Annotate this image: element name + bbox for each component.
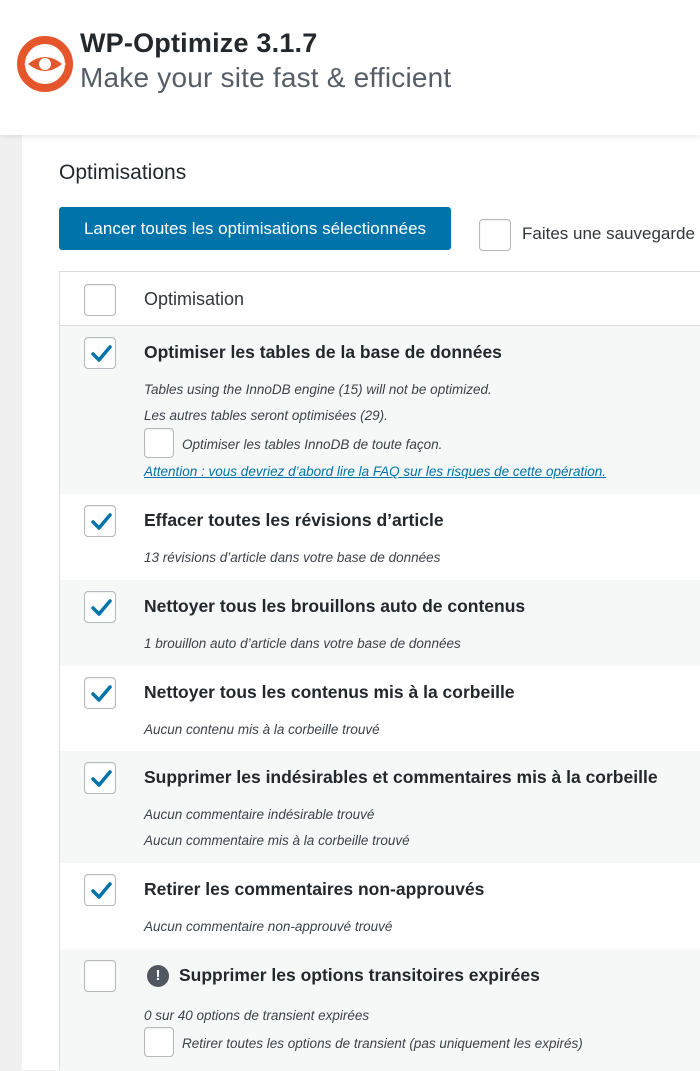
all-transients-label: Retirer toutes les options de transient … [182,1036,583,1051]
all-transients-checkbox[interactable] [144,1027,174,1057]
table-row: Effacer toutes les révisions d’article 1… [60,494,700,580]
table-row: Supprimer les indésirables et commentair… [60,751,700,863]
section-title: Optimisations [59,161,187,184]
row-description: 0 sur 40 options de transient expirées [144,1008,370,1023]
row-description: 1 brouillon auto d’article dans votre ba… [144,636,461,651]
row-checkbox[interactable] [84,505,116,537]
plugin-subtitle: Make your site fast & efficient [80,62,452,93]
run-all-optimisations-button[interactable]: Lancer toutes les optimisations sélectio… [59,207,451,250]
row-title: Supprimer les options transitoires expir… [179,965,540,985]
row-description: 13 révisions d’article dans votre base d… [144,550,441,565]
checkmark-icon [91,770,112,787]
exclamation-circle-icon: ! [147,965,169,987]
innodb-optimize-checkbox[interactable] [144,428,174,458]
optimisations-panel: Optimisations Lancer toutes les optimisa… [22,135,700,1071]
checkmark-icon [91,345,112,362]
row-checkbox[interactable] [84,762,116,794]
row-title: Optimiser les tables de la base de donné… [144,342,502,362]
row-title: Effacer toutes les révisions d’article [144,510,444,530]
backup-checkbox[interactable] [479,219,511,251]
wp-optimize-logo-icon [17,36,73,92]
plugin-header: WP-Optimize 3.1.7 Make your site fast & … [0,0,700,135]
row-title: Retirer les commentaires non-approuvés [144,879,485,899]
table-row: Nettoyer tous les brouillons auto de con… [60,580,700,666]
row-checkbox[interactable] [84,874,116,906]
table-row: Optimiser les tables de la base de donné… [60,326,700,494]
row-title: Nettoyer tous les brouillons auto de con… [144,596,526,616]
row-checkbox[interactable] [84,677,116,709]
row-description: Aucun commentaire indésirable trouvé [144,807,375,822]
row-description: Aucun commentaire mis à la corbeille tro… [144,833,410,848]
checkmark-icon [91,599,112,616]
checkmark-icon [91,685,112,702]
table-header: Optimisation [60,272,700,326]
row-title: Supprimer les indésirables et commentair… [144,767,658,787]
checkmark-icon [91,882,112,899]
row-checkbox[interactable] [84,337,116,369]
row-description: Les autres tables seront optimisées (29)… [144,408,388,423]
innodb-optimize-label: Optimiser les tables InnoDB de toute faç… [182,437,443,452]
row-description: Tables using the InnoDB engine (15) will… [144,382,492,397]
table-row: Nettoyer tous les contenus mis à la corb… [60,666,700,751]
row-title: Nettoyer tous les contenus mis à la corb… [144,682,515,702]
optimisations-table: Optimisation Optimiser les tables de la … [59,271,700,1071]
backup-label: Faites une sauvegarde [522,224,695,243]
table-header-label: Optimisation [144,289,245,309]
row-checkbox[interactable] [84,960,116,992]
checkmark-icon [91,513,112,530]
admin-sidebar-edge [0,135,22,1070]
row-checkbox[interactable] [84,591,116,623]
plugin-title: WP-Optimize 3.1.7 [80,28,318,58]
select-all-checkbox[interactable] [84,284,116,316]
row-description: Aucun contenu mis à la corbeille trouvé [144,722,380,737]
table-row: Retirer les commentaires non-approuvés A… [60,863,700,949]
table-row: ! Supprimer les options transitoires exp… [60,949,700,1071]
faq-warning-link[interactable]: Attention : vous devriez d’abord lire la… [144,464,606,479]
row-description: Aucun commentaire non-approuvé trouvé [144,919,393,934]
